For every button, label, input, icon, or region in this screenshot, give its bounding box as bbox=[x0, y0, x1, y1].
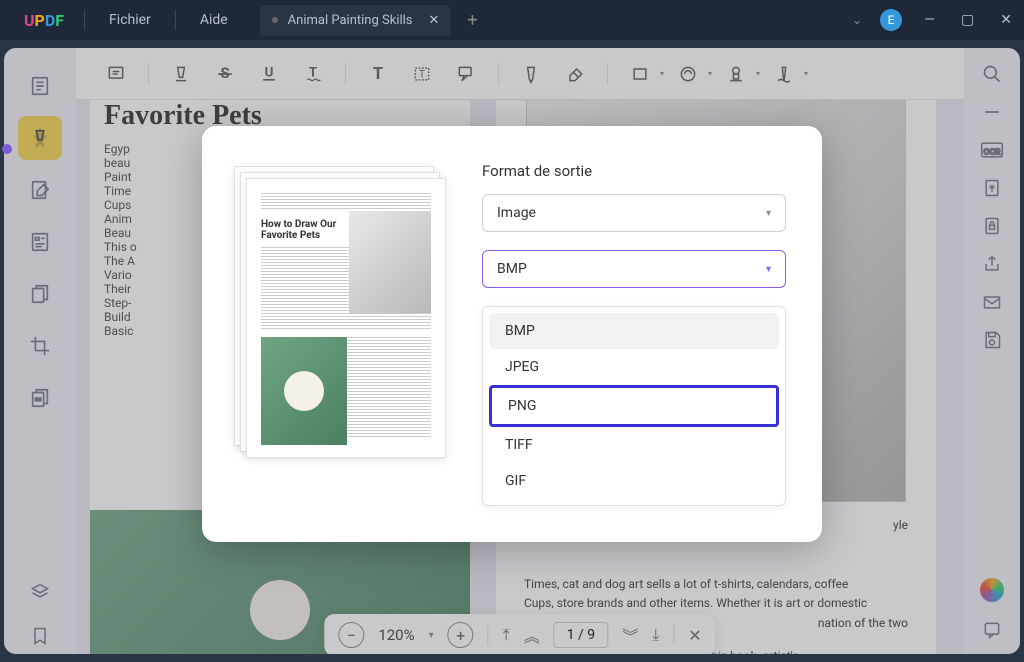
option-bmp[interactable]: BMP bbox=[489, 313, 779, 349]
new-tab-button[interactable]: + bbox=[467, 10, 477, 31]
chevron-down-icon: ▾ bbox=[766, 264, 771, 275]
side-indicator-dot bbox=[2, 144, 12, 154]
option-gif[interactable]: GIF bbox=[489, 463, 779, 499]
image-format-select[interactable]: BMP ▾ bbox=[482, 250, 786, 288]
user-avatar[interactable]: E bbox=[880, 9, 902, 31]
app-logo: UPDF bbox=[8, 11, 80, 30]
titlebar: UPDF Fichier Aide Animal Painting Skills… bbox=[0, 0, 1024, 40]
close-icon[interactable]: ✕ bbox=[429, 13, 440, 28]
close-window-icon[interactable]: ✕ bbox=[996, 12, 1016, 28]
main-area: OCR S U T T T ▾ ▾ bbox=[0, 40, 1024, 662]
tab-title: Animal Painting Skills bbox=[288, 13, 413, 28]
chevron-down-icon: ▾ bbox=[766, 208, 771, 219]
workspace: OCR S U T T T ▾ ▾ bbox=[4, 48, 1020, 654]
menu-file[interactable]: Fichier bbox=[89, 12, 171, 28]
export-modal: How to Draw Our Favorite Pets Format de … bbox=[202, 126, 822, 542]
chevron-down-icon[interactable]: ⌄ bbox=[852, 13, 862, 27]
format-dropdown: BMP JPEG PNG TIFF GIF bbox=[482, 306, 786, 506]
option-png[interactable]: PNG bbox=[489, 385, 779, 427]
page-thumbnail-preview: How to Draw Our Favorite Pets bbox=[230, 162, 450, 506]
document-tab[interactable]: Animal Painting Skills ✕ bbox=[260, 5, 452, 36]
menu-help[interactable]: Aide bbox=[180, 12, 248, 28]
format-type-select[interactable]: Image ▾ bbox=[482, 194, 786, 232]
output-format-label: Format de sortie bbox=[482, 162, 786, 180]
modal-overlay: How to Draw Our Favorite Pets Format de … bbox=[4, 48, 1020, 654]
option-tiff[interactable]: TIFF bbox=[489, 427, 779, 463]
maximize-icon[interactable]: ▢ bbox=[957, 12, 978, 28]
minimize-icon[interactable]: ― bbox=[920, 12, 939, 28]
option-jpeg[interactable]: JPEG bbox=[489, 349, 779, 385]
